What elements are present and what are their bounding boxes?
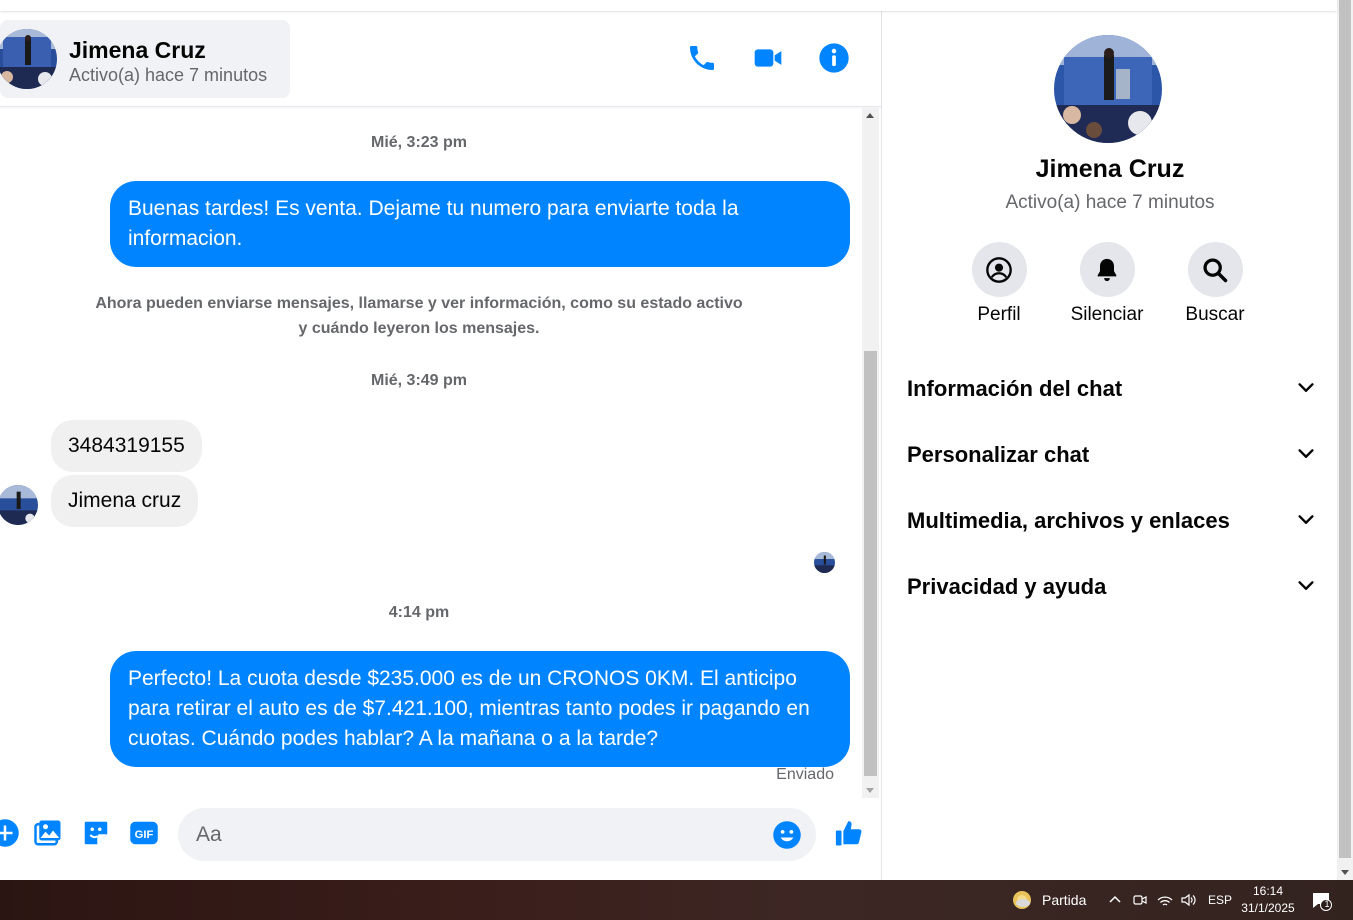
privacy-support-section[interactable]: Privacidad y ayuda bbox=[907, 561, 1317, 611]
timestamp: 4:14 pm bbox=[388, 604, 450, 621]
weather-sun-cloud-icon bbox=[1013, 891, 1031, 909]
profile-button-circle bbox=[971, 242, 1027, 297]
wifi-icon bbox=[1157, 896, 1173, 906]
chevron-down-icon bbox=[1298, 449, 1314, 458]
system-notice: Ahora pueden enviarse mensajes, llamarse… bbox=[95, 295, 743, 337]
mute-button[interactable]: Silenciar bbox=[1052, 242, 1162, 326]
notifications-button[interactable]: 1 bbox=[1310, 880, 1332, 920]
language-text: ESP bbox=[1208, 893, 1233, 907]
chevron-down-icon bbox=[1298, 383, 1314, 392]
message-list: Mié, 3:23 pm Buenas tardes! Es venta. De… bbox=[0, 108, 862, 798]
chevron-up-icon bbox=[1109, 895, 1121, 903]
search-icon bbox=[1203, 257, 1228, 282]
search-label: Buscar bbox=[1185, 304, 1245, 325]
volume-button[interactable] bbox=[1180, 880, 1198, 920]
smiley-icon bbox=[773, 821, 801, 849]
mute-button-circle bbox=[1079, 242, 1135, 297]
system-clock[interactable]: 16:14 31/1/2025 bbox=[1236, 883, 1300, 917]
profile-button[interactable]: Perfil bbox=[944, 242, 1054, 326]
timestamp: Mié, 3:23 pm bbox=[370, 134, 468, 151]
sticker-icon bbox=[84, 821, 108, 845]
weather-widget[interactable]: Partida bbox=[1010, 880, 1086, 920]
section-title: Multimedia, archivos y enlaces bbox=[907, 508, 1230, 533]
clock-date: 31/1/2025 bbox=[1241, 901, 1295, 915]
contact-status-large: Activo(a) hace 7 minutos bbox=[1005, 192, 1215, 213]
chevron-down-icon bbox=[1298, 515, 1314, 524]
outgoing-message[interactable]: Perfecto! La cuota desde $235.000 es de … bbox=[110, 651, 850, 767]
scroll-up-arrow[interactable] bbox=[866, 113, 874, 118]
message-input[interactable] bbox=[196, 808, 766, 861]
section-title: Personalizar chat bbox=[907, 442, 1090, 467]
message-scrollbar[interactable] bbox=[862, 108, 879, 798]
call-button[interactable] bbox=[685, 41, 719, 75]
attach-photo-button[interactable] bbox=[31, 816, 65, 850]
phone-icon bbox=[690, 46, 714, 70]
chat-pane: Jimena Cruz Activo(a) hace 7 minutos Mié… bbox=[0, 11, 882, 880]
network-button[interactable] bbox=[1156, 880, 1174, 920]
meet-now-button[interactable] bbox=[1132, 880, 1148, 920]
photo-gallery-icon bbox=[34, 820, 61, 846]
show-hidden-icons-button[interactable] bbox=[1108, 880, 1122, 920]
read-receipt-avatar bbox=[814, 552, 835, 573]
contact-status: Activo(a) hace 7 minutos bbox=[69, 65, 268, 85]
weather-text: Partida bbox=[1042, 892, 1087, 908]
svg-text:GIF: GIF bbox=[135, 829, 154, 841]
timestamp: Mié, 3:49 pm bbox=[370, 372, 468, 389]
video-call-button[interactable] bbox=[751, 41, 785, 75]
message-composer: GIF bbox=[0, 798, 881, 880]
mute-label: Silenciar bbox=[1070, 304, 1144, 325]
message-input-wrapper bbox=[178, 808, 816, 861]
search-button-circle bbox=[1187, 242, 1243, 297]
bell-icon bbox=[1097, 258, 1117, 281]
chevron-down-icon bbox=[1298, 581, 1314, 590]
more-actions-button[interactable] bbox=[0, 816, 22, 850]
contact-name-large: Jimena Cruz bbox=[1035, 155, 1185, 183]
gif-icon: GIF bbox=[130, 821, 158, 845]
contact-header-button[interactable]: Jimena Cruz Activo(a) hace 7 minutos bbox=[0, 20, 290, 98]
info-icon bbox=[819, 43, 849, 73]
incoming-message[interactable]: Jimena cruz bbox=[51, 475, 199, 527]
contact-name: Jimena Cruz bbox=[69, 37, 206, 63]
section-title: Información del chat bbox=[907, 376, 1123, 401]
media-files-links-section[interactable]: Multimedia, archivos y enlaces bbox=[907, 495, 1317, 545]
thumbs-up-icon bbox=[835, 821, 862, 846]
search-conversation-button[interactable]: Buscar bbox=[1160, 242, 1270, 326]
top-border bbox=[0, 0, 1337, 11]
sent-status: Enviado bbox=[776, 766, 834, 783]
speaker-icon bbox=[1181, 893, 1196, 907]
video-camera-icon bbox=[754, 49, 782, 67]
sticker-button[interactable] bbox=[79, 816, 113, 850]
notification-count: 1 bbox=[1324, 899, 1330, 909]
chat-header: Jimena Cruz Activo(a) hace 7 minutos bbox=[0, 11, 881, 107]
page-scrollbar-thumb[interactable] bbox=[1339, 0, 1351, 858]
conversation-info-button[interactable] bbox=[817, 41, 851, 75]
profile-icon bbox=[986, 256, 1012, 283]
scrollbar-thumb[interactable] bbox=[864, 351, 877, 776]
section-title: Privacidad y ayuda bbox=[907, 574, 1107, 599]
scroll-down-arrow[interactable] bbox=[866, 788, 874, 793]
conversation-details-panel: Jimena Cruz Activo(a) hace 7 minutos Per… bbox=[883, 11, 1337, 880]
emoji-button[interactable] bbox=[772, 820, 802, 850]
input-language-button[interactable]: ESP bbox=[1208, 880, 1232, 920]
chat-info-section[interactable]: Información del chat bbox=[907, 363, 1317, 413]
gif-button[interactable]: GIF bbox=[127, 816, 161, 850]
send-like-button[interactable] bbox=[832, 816, 866, 850]
customize-chat-section[interactable]: Personalizar chat bbox=[907, 429, 1317, 479]
clock-time: 16:14 bbox=[1252, 884, 1284, 898]
page-scroll-down-arrow[interactable] bbox=[1341, 870, 1349, 875]
outgoing-message[interactable]: Buenas tardes! Es venta. Dejame tu numer… bbox=[110, 181, 850, 267]
plus-circle-icon bbox=[0, 819, 19, 847]
profile-label: Perfil bbox=[977, 304, 1021, 325]
contact-avatar-large[interactable] bbox=[1054, 35, 1162, 143]
sender-avatar bbox=[0, 485, 38, 525]
taskbar: Partida ESP 16:14 31/1/2025 1 bbox=[0, 880, 1353, 920]
incoming-message[interactable]: 3484319155 bbox=[51, 420, 202, 472]
contact-avatar bbox=[0, 29, 57, 89]
camera-tray-icon bbox=[1133, 895, 1147, 905]
page-scrollbar[interactable] bbox=[1337, 0, 1353, 880]
